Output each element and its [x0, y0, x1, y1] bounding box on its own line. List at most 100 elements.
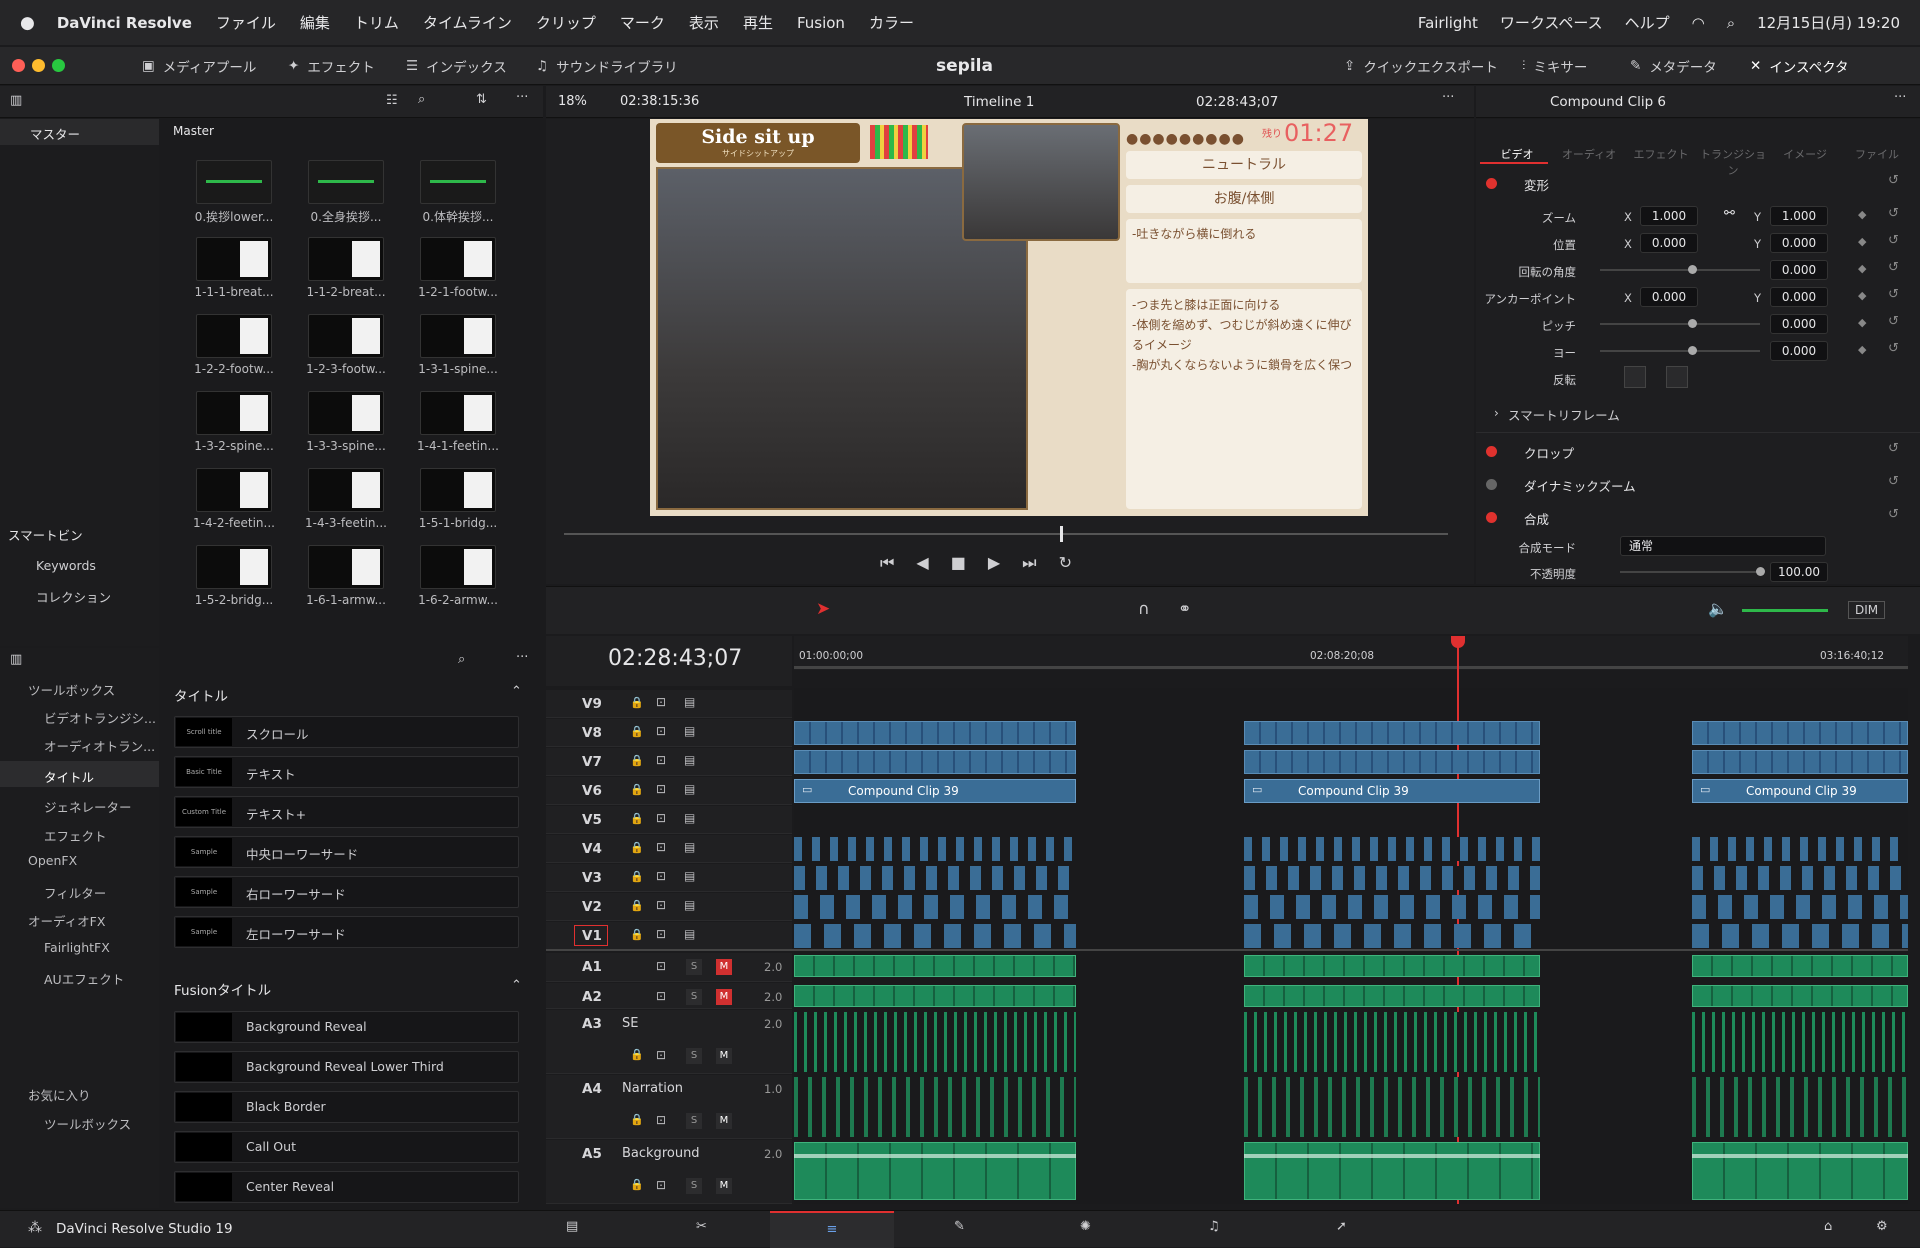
reset-icon[interactable]: ↺ — [1888, 287, 1899, 302]
media-label[interactable]: 1-4-2-feetin... — [184, 516, 284, 530]
settings-icon[interactable]: ⚙ — [1876, 1219, 1888, 1234]
sidebar-toggle-icon[interactable]: ▥ — [10, 93, 22, 108]
smart-bin-keywords[interactable]: Keywords — [36, 558, 96, 573]
background-music-clips[interactable] — [1244, 1142, 1540, 1200]
index-button[interactable]: ☰ インデックス — [406, 47, 507, 85]
value-slider[interactable] — [1600, 269, 1760, 271]
home-icon[interactable]: ⌂ — [1824, 1219, 1832, 1234]
opacity-slider[interactable] — [1620, 571, 1760, 573]
bin-master[interactable]: マスター — [0, 119, 159, 145]
se-clips[interactable] — [1692, 1012, 1908, 1072]
track-destination[interactable] — [574, 925, 608, 946]
play-icon[interactable]: ▶ — [988, 553, 1000, 573]
inspector-tab[interactable]: ファイル — [1842, 146, 1912, 162]
media-page-icon[interactable]: ▤ — [566, 1219, 578, 1234]
video-clip-stack[interactable] — [1244, 721, 1540, 745]
reset-icon[interactable]: ↺ — [1888, 233, 1899, 248]
video-clip-stack[interactable] — [1692, 924, 1908, 948]
audio-clip-stack[interactable] — [794, 955, 1076, 977]
slider-knob[interactable] — [1688, 319, 1697, 328]
inspector-tab[interactable]: エフェクト — [1626, 146, 1696, 162]
lock-icon[interactable]: 🔒 — [630, 1113, 644, 1126]
audio-clip-stack[interactable] — [794, 985, 1076, 1007]
narration-clips[interactable] — [1692, 1077, 1908, 1137]
menu-timeline[interactable]: タイムライン — [423, 12, 512, 33]
section-header[interactable]: クロップ — [1524, 443, 1574, 462]
video-clip-stack[interactable] — [794, 895, 1076, 919]
snap-icon[interactable]: ∩ — [1138, 599, 1150, 618]
mixer-button[interactable]: ⫶ ミキサー — [1522, 47, 1587, 85]
menu-workspace[interactable]: ワークスペース — [1500, 12, 1603, 33]
value-field-y[interactable]: 0.000 — [1770, 287, 1828, 307]
reset-icon[interactable]: ↺ — [1888, 314, 1899, 329]
background-music-clips[interactable] — [1692, 1142, 1908, 1200]
narration-clips[interactable] — [794, 1077, 1076, 1137]
solo-button[interactable]: S — [686, 959, 702, 975]
timeline-selector[interactable]: Timeline 1 — [964, 94, 1034, 110]
video-clip-stack[interactable] — [1244, 895, 1540, 919]
dim-button[interactable]: DIM — [1848, 601, 1886, 619]
timeline-ruler[interactable]: 01:00:00;00 02:08:20;08 03:16:40;12 — [794, 636, 1908, 670]
video-clip-stack[interactable] — [1244, 837, 1540, 861]
jump-end-icon[interactable]: ⏭ — [1022, 553, 1036, 573]
value-field[interactable]: 0.000 — [1770, 260, 1828, 280]
media-label[interactable]: 0.挨拶lower... — [184, 208, 284, 225]
media-label[interactable]: 1-5-1-bridg... — [408, 516, 508, 530]
tree-item[interactable]: ジェネレーター — [44, 797, 132, 816]
smart-reframe-section[interactable]: スマートリフレーム — [1508, 405, 1620, 424]
loop-icon[interactable]: ↻ — [1059, 553, 1072, 573]
zoom-window-button[interactable] — [52, 59, 65, 72]
value-field[interactable]: 0.000 — [1770, 341, 1828, 361]
video-clip-stack[interactable] — [794, 924, 1076, 948]
tree-item[interactable]: AUエフェクト — [44, 969, 124, 988]
lock-icon[interactable]: 🔒 — [630, 928, 644, 941]
more-options-icon[interactable]: ··· — [516, 90, 528, 105]
auto-select-icon[interactable]: ⊡ — [656, 1178, 666, 1192]
mute-button[interactable]: M — [716, 1048, 732, 1064]
inspector-tab[interactable]: ビデオ — [1482, 146, 1552, 162]
zoom-level[interactable]: 18% — [558, 94, 587, 109]
keyframe-icon[interactable]: ◆ — [1858, 316, 1866, 329]
video-clip-stack[interactable] — [794, 866, 1076, 890]
mute-button[interactable]: M — [716, 1113, 732, 1129]
collapse-icon[interactable]: ⌃ — [511, 978, 522, 993]
auto-select-icon[interactable]: ⊡ — [656, 811, 666, 825]
enable-toggle[interactable] — [1486, 512, 1497, 523]
menu-help[interactable]: ヘルプ — [1625, 12, 1670, 33]
color-page-icon[interactable]: ✺ — [1080, 1219, 1091, 1234]
tree-item[interactable]: お気に入り — [28, 1085, 91, 1104]
wifi-icon[interactable]: ◠ — [1692, 14, 1705, 32]
enable-toggle[interactable] — [1486, 446, 1497, 457]
link-icon[interactable]: ⚭ — [1178, 599, 1191, 618]
media-label[interactable]: 1-6-2-armw... — [408, 593, 508, 607]
solo-button[interactable]: S — [686, 1048, 702, 1064]
search-icon[interactable]: ⌕ — [458, 652, 465, 667]
media-label[interactable]: 1-4-3-feetin... — [296, 516, 396, 530]
menu-fusion[interactable]: Fusion — [797, 14, 845, 32]
media-label[interactable]: 1-1-2-breat... — [296, 285, 396, 299]
lock-icon[interactable]: 🔒 — [630, 812, 644, 825]
collapse-icon[interactable]: ⌃ — [511, 684, 522, 699]
more-options-icon[interactable]: ··· — [1442, 90, 1454, 105]
reset-icon[interactable]: ↺ — [1888, 173, 1899, 188]
value-slider[interactable] — [1600, 323, 1760, 325]
smart-bin-collection[interactable]: コレクション — [36, 587, 111, 606]
media-label[interactable]: 1-3-3-spine... — [296, 439, 396, 453]
volume-icon[interactable]: 🔈 — [1708, 599, 1728, 618]
auto-select-icon[interactable]: ⊡ — [656, 959, 666, 973]
background-music-clips[interactable] — [794, 1142, 1076, 1200]
auto-select-icon[interactable]: ⊡ — [656, 989, 666, 1003]
section-header[interactable]: 変形 — [1524, 175, 1549, 194]
auto-select-icon[interactable]: ⊡ — [656, 782, 666, 796]
tree-item[interactable]: ツールボックス — [44, 1114, 131, 1133]
menu-fairlight[interactable]: Fairlight — [1418, 14, 1478, 32]
solo-button[interactable]: S — [686, 989, 702, 1005]
chevron-right-icon[interactable]: › — [1494, 406, 1499, 420]
se-clips[interactable] — [794, 1012, 1076, 1072]
auto-select-icon[interactable]: ⊡ — [656, 1113, 666, 1127]
menu-playback[interactable]: 再生 — [743, 12, 773, 33]
link-icon[interactable]: ⚯ — [1724, 206, 1735, 221]
inspector-tab[interactable]: トランジション — [1698, 146, 1768, 178]
metadata-button[interactable]: ✎ メタデータ — [1630, 47, 1717, 85]
solo-button[interactable]: S — [686, 1113, 702, 1129]
